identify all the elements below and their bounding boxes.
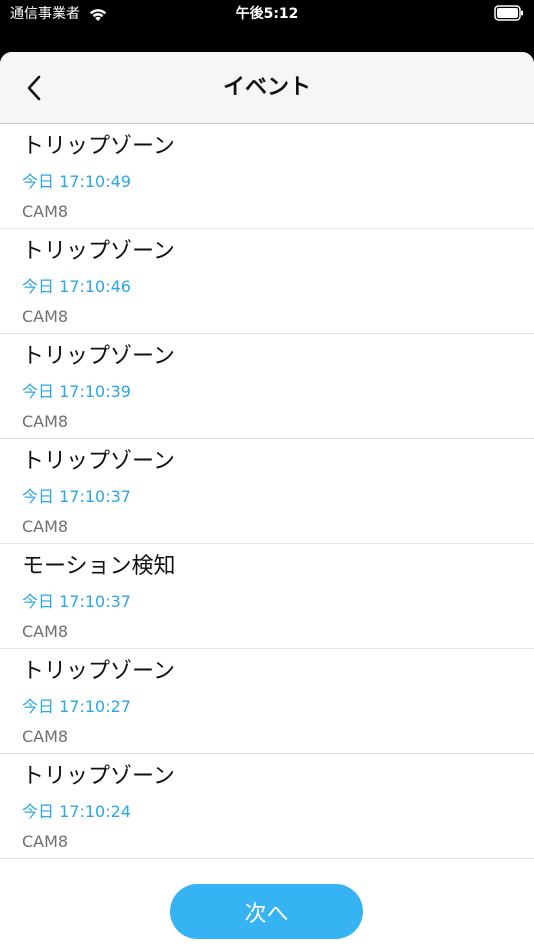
event-list-item[interactable]: トリップゾーン 今日 17:10:24 CAM8 <box>0 754 534 859</box>
event-time: 今日 17:10:24 <box>22 802 131 821</box>
battery-icon <box>494 5 523 21</box>
event-list-item[interactable]: トリップゾーン 今日 17:10:39 CAM8 <box>0 334 534 439</box>
event-title: トリップゾーン <box>22 764 175 789</box>
event-title: トリップゾーン <box>22 239 175 264</box>
event-camera: CAM8 <box>22 727 69 746</box>
event-time: 今日 17:10:27 <box>22 697 131 716</box>
event-camera: CAM8 <box>22 202 69 221</box>
event-list: トリップゾーン 今日 17:10:49 CAM8 トリップゾーン 今日 17:1… <box>0 124 534 859</box>
status-time: 午後5:12 <box>235 6 299 22</box>
event-time: 今日 17:10:49 <box>22 172 131 191</box>
event-camera: CAM8 <box>22 307 69 326</box>
event-camera: CAM8 <box>22 622 69 641</box>
event-title: トリップゾーン <box>22 449 175 474</box>
event-list-item[interactable]: トリップゾーン 今日 17:10:27 CAM8 <box>0 649 534 754</box>
navigation-bar: イベント <box>0 52 534 124</box>
footer: 次へ <box>0 870 534 950</box>
event-list-item[interactable]: モーション検知 今日 17:10:37 CAM8 <box>0 544 534 649</box>
event-list-item[interactable]: トリップゾーン 今日 17:10:46 CAM8 <box>0 229 534 334</box>
event-time: 今日 17:10:46 <box>22 277 131 296</box>
event-camera: CAM8 <box>22 832 69 851</box>
event-camera: CAM8 <box>22 412 69 431</box>
event-title: トリップゾーン <box>22 344 175 369</box>
event-title: モーション検知 <box>22 554 176 579</box>
event-list-item[interactable]: トリップゾーン 今日 17:10:49 CAM8 <box>0 124 534 229</box>
events-sheet: イベント トリップゾーン 今日 17:10:49 CAM8 トリップゾーン 今日… <box>0 52 534 950</box>
page-title: イベント <box>222 75 311 100</box>
event-time: 今日 17:10:37 <box>22 487 131 506</box>
event-time: 今日 17:10:39 <box>22 382 131 401</box>
event-time: 今日 17:10:37 <box>22 592 131 611</box>
event-list-item[interactable]: トリップゾーン 今日 17:10:37 CAM8 <box>0 439 534 544</box>
event-title: トリップゾーン <box>22 659 175 684</box>
status-bar: 通信事業者 午後5:12 <box>0 0 534 30</box>
event-title: トリップゾーン <box>22 134 175 159</box>
next-button[interactable]: 次へ <box>170 884 363 939</box>
event-camera: CAM8 <box>22 517 69 536</box>
